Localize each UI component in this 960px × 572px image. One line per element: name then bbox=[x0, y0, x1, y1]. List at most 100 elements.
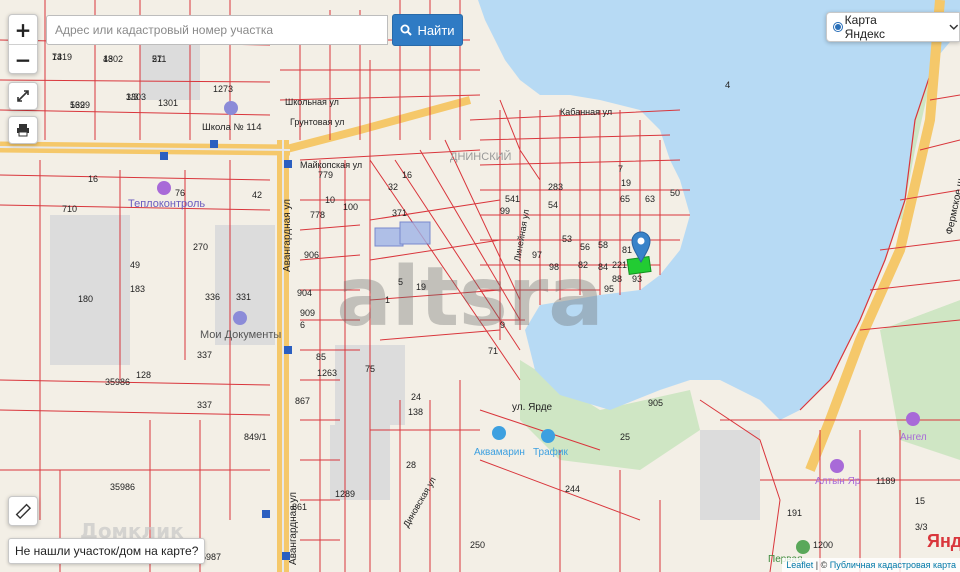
parcel-number: 904 bbox=[297, 288, 312, 298]
parcel-number: 97 bbox=[532, 250, 542, 260]
parcel-number: 16 bbox=[402, 170, 412, 180]
parcel-number: 84 bbox=[598, 262, 608, 272]
parcel-number: 1200 bbox=[813, 540, 833, 550]
parcel-number: 331 bbox=[236, 292, 251, 302]
parcel-number: 511 bbox=[152, 54, 166, 64]
watermark: altsra bbox=[336, 250, 603, 345]
parcel-number: 49 bbox=[130, 260, 140, 270]
parcel-number: 337 bbox=[197, 400, 212, 410]
parcel-number: 19 bbox=[621, 178, 631, 188]
map-attribution: Leaflet | © Публичная кадастровая карта bbox=[782, 558, 960, 572]
lake-number: 4 bbox=[725, 80, 730, 91]
label-school: Школа № 114 bbox=[202, 122, 262, 133]
parcel-number: 99 bbox=[500, 206, 510, 216]
ruler-icon bbox=[15, 503, 31, 519]
map-layer-select[interactable]: Карта Яндекс bbox=[826, 12, 960, 42]
parcel-number: 88 bbox=[612, 274, 622, 284]
map-canvas[interactable]: Школа № 114 Теплоконтроль Мои Документы … bbox=[0, 0, 960, 572]
parcel-number: 24 bbox=[411, 392, 421, 402]
parcel-number: 710 bbox=[62, 204, 77, 214]
ruler-button[interactable] bbox=[8, 496, 38, 526]
parcel-number: 35986 bbox=[110, 482, 135, 492]
parcel-number: 138 bbox=[408, 407, 423, 417]
label-moi-dokumenty: Мои Документы bbox=[200, 329, 281, 341]
parcel-number: 50 bbox=[670, 188, 680, 198]
label-trafik: Трафик bbox=[533, 446, 568, 458]
search-button-label: Найти bbox=[417, 22, 455, 38]
parcel-number: 76 bbox=[175, 188, 185, 198]
parcel-number: 861 bbox=[292, 502, 307, 512]
street-gruntovaya: Грунтовая ул bbox=[290, 117, 344, 127]
label-angel: Ангел bbox=[900, 432, 927, 443]
parcel-number: 98 bbox=[549, 262, 559, 272]
printer-icon bbox=[17, 124, 29, 137]
parcel-number: 93 bbox=[632, 274, 642, 284]
label-akvamarin: Аквамарин bbox=[474, 447, 525, 458]
search-input[interactable] bbox=[46, 15, 388, 45]
parcel-number: 539 bbox=[70, 100, 85, 110]
label-teplocontrol: Теплоконтроль bbox=[128, 198, 205, 210]
parcel-number: 270 bbox=[193, 242, 208, 252]
parcel-number: 183 bbox=[130, 284, 145, 294]
parcel-number: 82 bbox=[578, 260, 588, 270]
parcel-number: 16 bbox=[88, 174, 98, 184]
cadastral-map-link[interactable]: Публичная кадастровая карта bbox=[830, 560, 956, 570]
parcel-number: 35986 bbox=[105, 377, 130, 387]
radio-icon[interactable] bbox=[833, 22, 843, 32]
zoom-control: + − bbox=[8, 14, 38, 74]
parcel-number: 1189 bbox=[876, 476, 895, 486]
search-button[interactable]: Найти bbox=[392, 14, 463, 46]
print-button[interactable] bbox=[8, 116, 38, 144]
parcel-number: 250 bbox=[470, 540, 485, 550]
parcel-number: 5 bbox=[398, 277, 403, 287]
parcel-number: 180 bbox=[78, 294, 93, 304]
parcel-number: 75 bbox=[365, 364, 375, 374]
parcel-number: 65 bbox=[620, 194, 630, 204]
parcel-number: 1273 bbox=[213, 84, 233, 94]
street-kabannaya: Кабанная ул bbox=[560, 107, 612, 117]
attribution-separator: | © bbox=[815, 560, 828, 570]
parcel-number: 54 bbox=[548, 200, 558, 210]
parcel-number: 53 bbox=[562, 234, 572, 244]
parcel-number: 541 bbox=[505, 194, 520, 204]
parcel-number: 909 bbox=[300, 308, 315, 318]
parcel-number: 905 bbox=[648, 398, 663, 408]
parcel-number: 42 bbox=[252, 190, 262, 200]
parcel-number: 58 bbox=[598, 240, 608, 250]
parcel-number: 1 bbox=[385, 295, 390, 305]
not-found-button[interactable]: Не нашли участок/дом на карте? bbox=[8, 538, 206, 564]
fullscreen-button[interactable] bbox=[8, 82, 38, 110]
parcel-number: 100 bbox=[343, 202, 358, 212]
parcel-number: 32 bbox=[388, 182, 398, 192]
parcel-number: 48 bbox=[103, 54, 113, 64]
zoom-out-button[interactable]: − bbox=[9, 45, 37, 74]
search-icon bbox=[400, 24, 413, 36]
leaflet-link[interactable]: Leaflet bbox=[786, 560, 813, 570]
zoom-in-button[interactable]: + bbox=[9, 15, 37, 45]
chevron-down-icon bbox=[949, 24, 959, 30]
parcel-number: 7 bbox=[618, 164, 623, 174]
parcel-number: 1289 bbox=[335, 489, 355, 499]
parcel-number: 71 bbox=[488, 346, 498, 356]
parcel-number: 56 bbox=[580, 242, 590, 252]
parcel-number: 6 bbox=[300, 320, 305, 330]
parcel-number: 244 bbox=[565, 484, 580, 494]
parcel-number: 867 bbox=[295, 396, 310, 406]
parcel-number: 371 bbox=[392, 208, 407, 218]
parcel-number: 85 bbox=[316, 352, 326, 362]
parcel-number: 1263 bbox=[317, 368, 337, 378]
parcel-number: 63 bbox=[645, 194, 655, 204]
parcel-number: 283 bbox=[548, 182, 563, 192]
parcel-number: 778 bbox=[310, 210, 325, 220]
parcel-number: 10 bbox=[325, 195, 335, 205]
parcel-number: 81 bbox=[622, 245, 632, 255]
street-avangardnaya: Авангардная ул bbox=[282, 199, 293, 272]
parcel-number: 337 bbox=[197, 350, 212, 360]
parcel-number: 779 bbox=[318, 170, 333, 180]
district-label: ДНИНСКИЙ bbox=[450, 150, 511, 163]
parcel-number: 221 bbox=[612, 260, 627, 270]
parcel-number: 128 bbox=[136, 370, 151, 380]
parcel-number: 3/3 bbox=[126, 92, 139, 102]
parcel-number: 336 bbox=[205, 292, 220, 302]
parcel-number: 15 bbox=[915, 496, 925, 506]
